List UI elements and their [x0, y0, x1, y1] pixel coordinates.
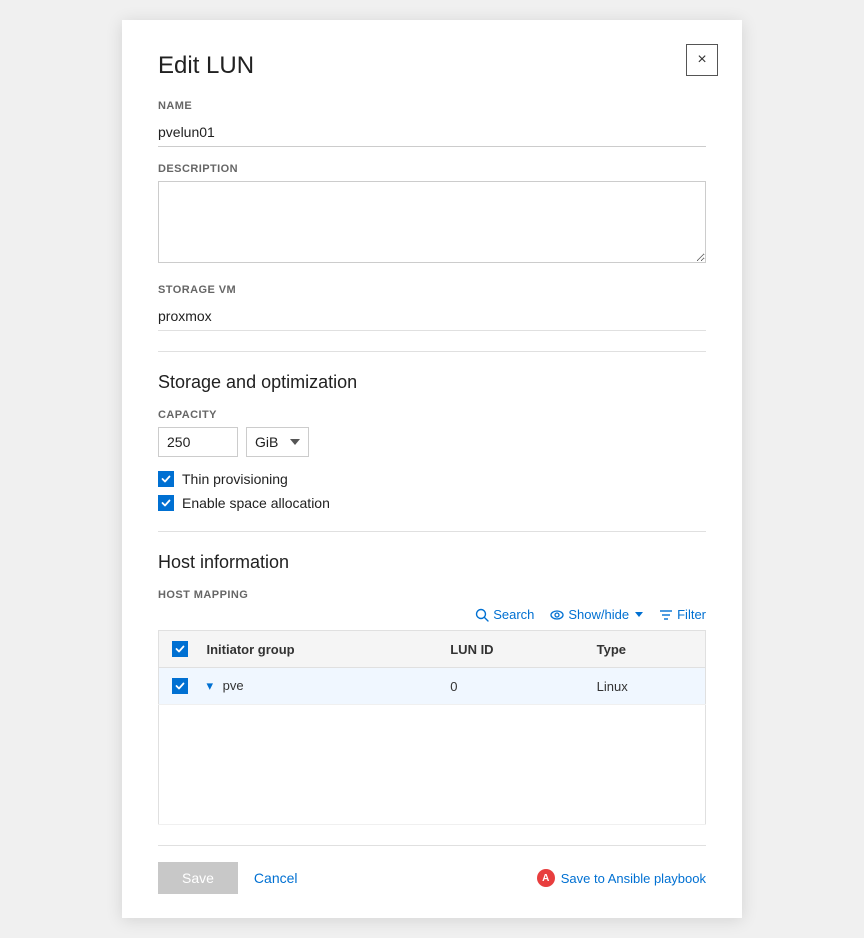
th-type-label: Type: [597, 642, 626, 657]
edit-lun-modal: Edit LUN × NAME DESCRIPTION STORAGE VM p…: [122, 20, 742, 918]
th-initiator-group: Initiator group: [195, 631, 439, 668]
storage-vm-field-group: STORAGE VM proxmox: [158, 284, 706, 331]
row-expand-icon[interactable]: ▾: [207, 678, 214, 693]
thin-provisioning-label: Thin provisioning: [182, 471, 288, 487]
description-label: DESCRIPTION: [158, 163, 706, 175]
select-all-checkmark: [175, 644, 185, 654]
cancel-button[interactable]: Cancel: [254, 870, 298, 886]
ansible-label: Save to Ansible playbook: [561, 871, 706, 886]
space-allocation-row: Enable space allocation: [158, 495, 706, 511]
thin-provisioning-row: Thin provisioning: [158, 471, 706, 487]
show-hide-button[interactable]: Show/hide: [550, 607, 643, 622]
search-icon: [475, 608, 489, 622]
unit-select[interactable]: MiB GiB TiB: [246, 427, 309, 457]
lun-id-value: 0: [450, 679, 457, 694]
space-allocation-checkbox[interactable]: [158, 495, 174, 511]
host-mapping-label: HOST MAPPING: [158, 589, 706, 601]
storage-optimization-section: Storage and optimization CAPACITY MiB Gi…: [158, 372, 706, 511]
ansible-icon: A: [537, 869, 555, 887]
capacity-row: MiB GiB TiB: [158, 427, 706, 457]
filter-button[interactable]: Filter: [659, 607, 706, 622]
thin-provisioning-checkbox[interactable]: [158, 471, 174, 487]
table-empty-row: [159, 705, 706, 825]
modal-title: Edit LUN: [158, 52, 706, 80]
td-initiator-group: ▾ pve: [195, 668, 439, 705]
space-allocation-label: Enable space allocation: [182, 495, 330, 511]
row-checkbox[interactable]: [172, 678, 188, 694]
td-row-checkbox: [159, 668, 195, 705]
search-label: Search: [493, 607, 534, 622]
storage-vm-label: STORAGE VM: [158, 284, 706, 296]
th-checkbox: [159, 631, 195, 668]
td-lun-id: 0: [438, 668, 584, 705]
td-type: Linux: [585, 668, 706, 705]
th-type: Type: [585, 631, 706, 668]
checkmark-icon-2: [161, 498, 171, 508]
capacity-label: CAPACITY: [158, 409, 706, 421]
th-initiator-group-label: Initiator group: [207, 642, 295, 657]
th-lun-id-label: LUN ID: [450, 642, 493, 657]
host-section-title: Host information: [158, 552, 706, 573]
filter-label: Filter: [677, 607, 706, 622]
checkmark-icon: [161, 474, 171, 484]
type-value: Linux: [597, 679, 628, 694]
table-header-row: Initiator group LUN ID Type: [159, 631, 706, 668]
name-input[interactable]: [158, 118, 706, 147]
table-row: ▾ pve 0 Linux: [159, 668, 706, 705]
search-button[interactable]: Search: [475, 607, 534, 622]
capacity-input[interactable]: [158, 427, 238, 457]
chevron-down-icon: [635, 612, 643, 617]
initiator-group-value: pve: [223, 678, 244, 693]
name-label: NAME: [158, 100, 706, 112]
save-button[interactable]: Save: [158, 862, 238, 894]
table-toolbar: Search Show/hide Filter: [158, 607, 706, 622]
description-field-group: DESCRIPTION: [158, 163, 706, 268]
th-lun-id: LUN ID: [438, 631, 584, 668]
name-field-group: NAME: [158, 100, 706, 147]
host-mapping-table: Initiator group LUN ID Type: [158, 630, 706, 825]
select-all-checkbox[interactable]: [172, 641, 188, 657]
close-icon: ×: [697, 51, 706, 69]
footer-bar: Save Cancel A Save to Ansible playbook: [158, 845, 706, 894]
section-divider: [158, 351, 706, 352]
filter-icon: [659, 608, 673, 622]
close-button[interactable]: ×: [686, 44, 718, 76]
row-checkmark: [175, 681, 185, 691]
section-divider-2: [158, 531, 706, 532]
show-hide-label: Show/hide: [568, 607, 629, 622]
host-information-section: Host information HOST MAPPING Search Sho…: [158, 552, 706, 825]
empty-cell: [159, 705, 706, 825]
description-input[interactable]: [158, 181, 706, 263]
ansible-link[interactable]: A Save to Ansible playbook: [537, 869, 706, 887]
storage-section-title: Storage and optimization: [158, 372, 706, 393]
eye-icon: [550, 608, 564, 622]
storage-vm-value: proxmox: [158, 302, 706, 331]
